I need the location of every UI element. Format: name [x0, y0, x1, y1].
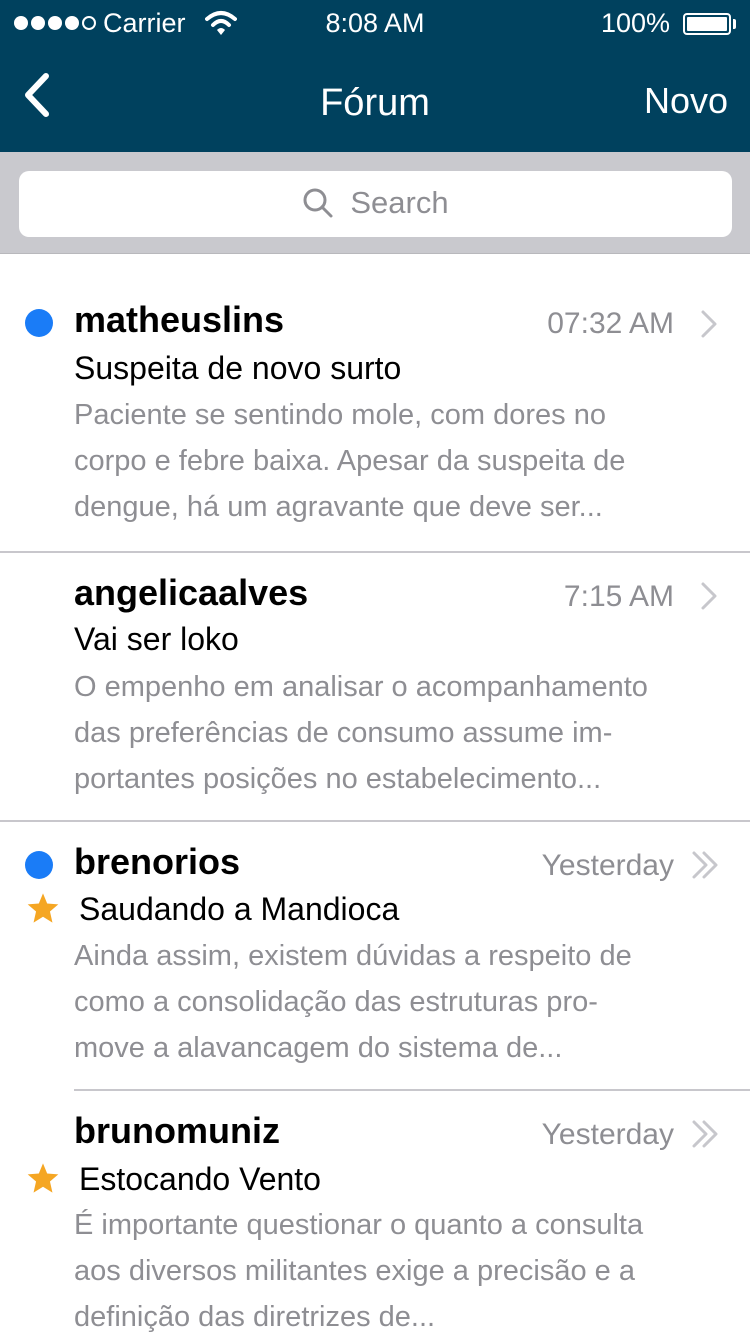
message-preview: Paciente se sentindo mole, com dores no …	[74, 399, 626, 523]
message-sender: brenorios	[74, 841, 241, 882]
message-subject: Estocando Vento	[79, 1161, 321, 1197]
search-icon	[303, 188, 333, 218]
star-icon	[27, 893, 59, 923]
message-subject: Saudando a Mandioca	[79, 891, 400, 927]
battery-tip	[733, 19, 736, 29]
page-title: Fórum	[320, 82, 430, 124]
message-subject: Vai ser loko	[74, 621, 239, 657]
new-post-button[interactable]: Novo	[644, 80, 728, 122]
message-preview: O empenho em analisar o acompanhamento d…	[74, 671, 648, 795]
message-row[interactable]: brunomuniz Yesterday Estocando Vento É i…	[0, 1091, 750, 1334]
message-time: Yesterday	[541, 849, 674, 882]
search-placeholder: Search	[350, 185, 449, 220]
battery-percentage: 100%	[600, 8, 670, 38]
navigation-header: Carrier 8:08 AM 100% Fórum Novo	[0, 0, 750, 152]
message-row[interactable]: brenorios Yesterday Saudando a Mandioca …	[0, 822, 750, 1091]
unread-indicator	[25, 309, 53, 337]
status-bar: Carrier 8:08 AM 100%	[0, 0, 750, 50]
message-subject: Suspeita de novo surto	[74, 350, 402, 386]
message-sender: matheuslins	[74, 299, 285, 340]
message-time: Yesterday	[541, 1118, 674, 1151]
message-preview: Ainda assim, existem dúvidas a respeito …	[74, 940, 632, 1064]
message-list: matheuslins 07:32 AM Suspeita de novo su…	[0, 254, 750, 1334]
chevron-right-icon	[701, 310, 717, 338]
double-chevron-right-icon	[692, 851, 718, 879]
message-row[interactable]: angelicaalves 7:15 AM Vai ser loko O emp…	[0, 553, 750, 822]
star-icon	[27, 1163, 59, 1193]
message-sender: brunomuniz	[74, 1110, 280, 1151]
message-sender: angelicaalves	[74, 572, 309, 613]
battery-icon	[683, 13, 731, 35]
message-row[interactable]: matheuslins 07:32 AM Suspeita de novo su…	[0, 254, 750, 553]
search-input[interactable]: Search	[19, 171, 732, 237]
search-bar: Search	[0, 152, 750, 255]
unread-indicator	[25, 851, 53, 879]
message-preview: É importante questionar o quanto a consu…	[74, 1209, 644, 1333]
double-chevron-right-icon	[692, 1120, 718, 1148]
chevron-right-icon	[701, 582, 717, 610]
message-time: 7:15 AM	[563, 580, 674, 613]
message-time: 07:32 AM	[547, 307, 674, 340]
